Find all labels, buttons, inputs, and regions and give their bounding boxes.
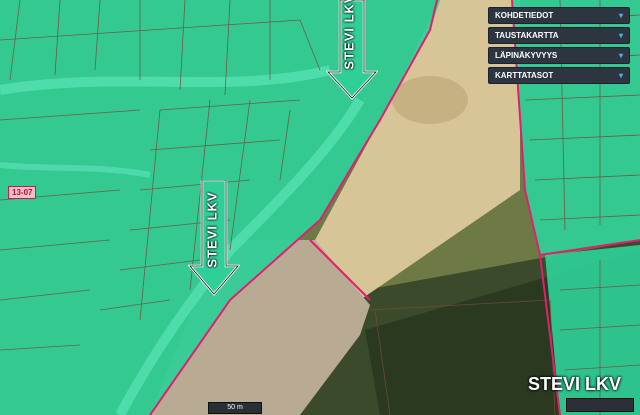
chevron-down-icon: ▾: [618, 31, 623, 40]
watermark-label: STEVI LKV: [528, 374, 622, 394]
panel-item-label: KARTTATASOT: [495, 71, 554, 80]
panel-item-lapinakyvyys[interactable]: LÄPINÄKYVYYS ▾: [488, 47, 630, 64]
layer-control-panel: KOHDETIEDOT ▾ TAUSTAKARTTA ▾ LÄPINÄKYVYY…: [488, 7, 630, 87]
panel-item-karttatasot[interactable]: KARTTATASOT ▾: [488, 67, 630, 84]
panel-item-label: TAUSTAKARTTA: [495, 31, 559, 40]
panel-item-label: KOHDETIEDOT: [495, 11, 554, 20]
panel-item-kohdetiedot[interactable]: KOHDETIEDOT ▾: [488, 7, 630, 24]
panel-item-label: LÄPINÄKYVYYS: [495, 51, 558, 60]
arrow-label-lower: STEVI LKV: [204, 191, 220, 268]
chevron-down-icon: ▾: [618, 51, 623, 60]
panel-item-taustakartta[interactable]: TAUSTAKARTTA ▾: [488, 27, 630, 44]
zone-code-label: 13-07: [8, 186, 37, 199]
map-view[interactable]: STEVI LKV STEVI LKV 13-07 KOHDETIEDOT ▾ …: [0, 0, 640, 415]
chevron-down-icon: ▾: [618, 11, 623, 20]
arrow-label-upper: STEVI LKV: [341, 0, 357, 70]
attribution-box: [566, 398, 634, 412]
field-marking: [392, 76, 468, 124]
scale-bar: 50 m: [208, 402, 262, 414]
chevron-down-icon: ▾: [618, 71, 623, 80]
